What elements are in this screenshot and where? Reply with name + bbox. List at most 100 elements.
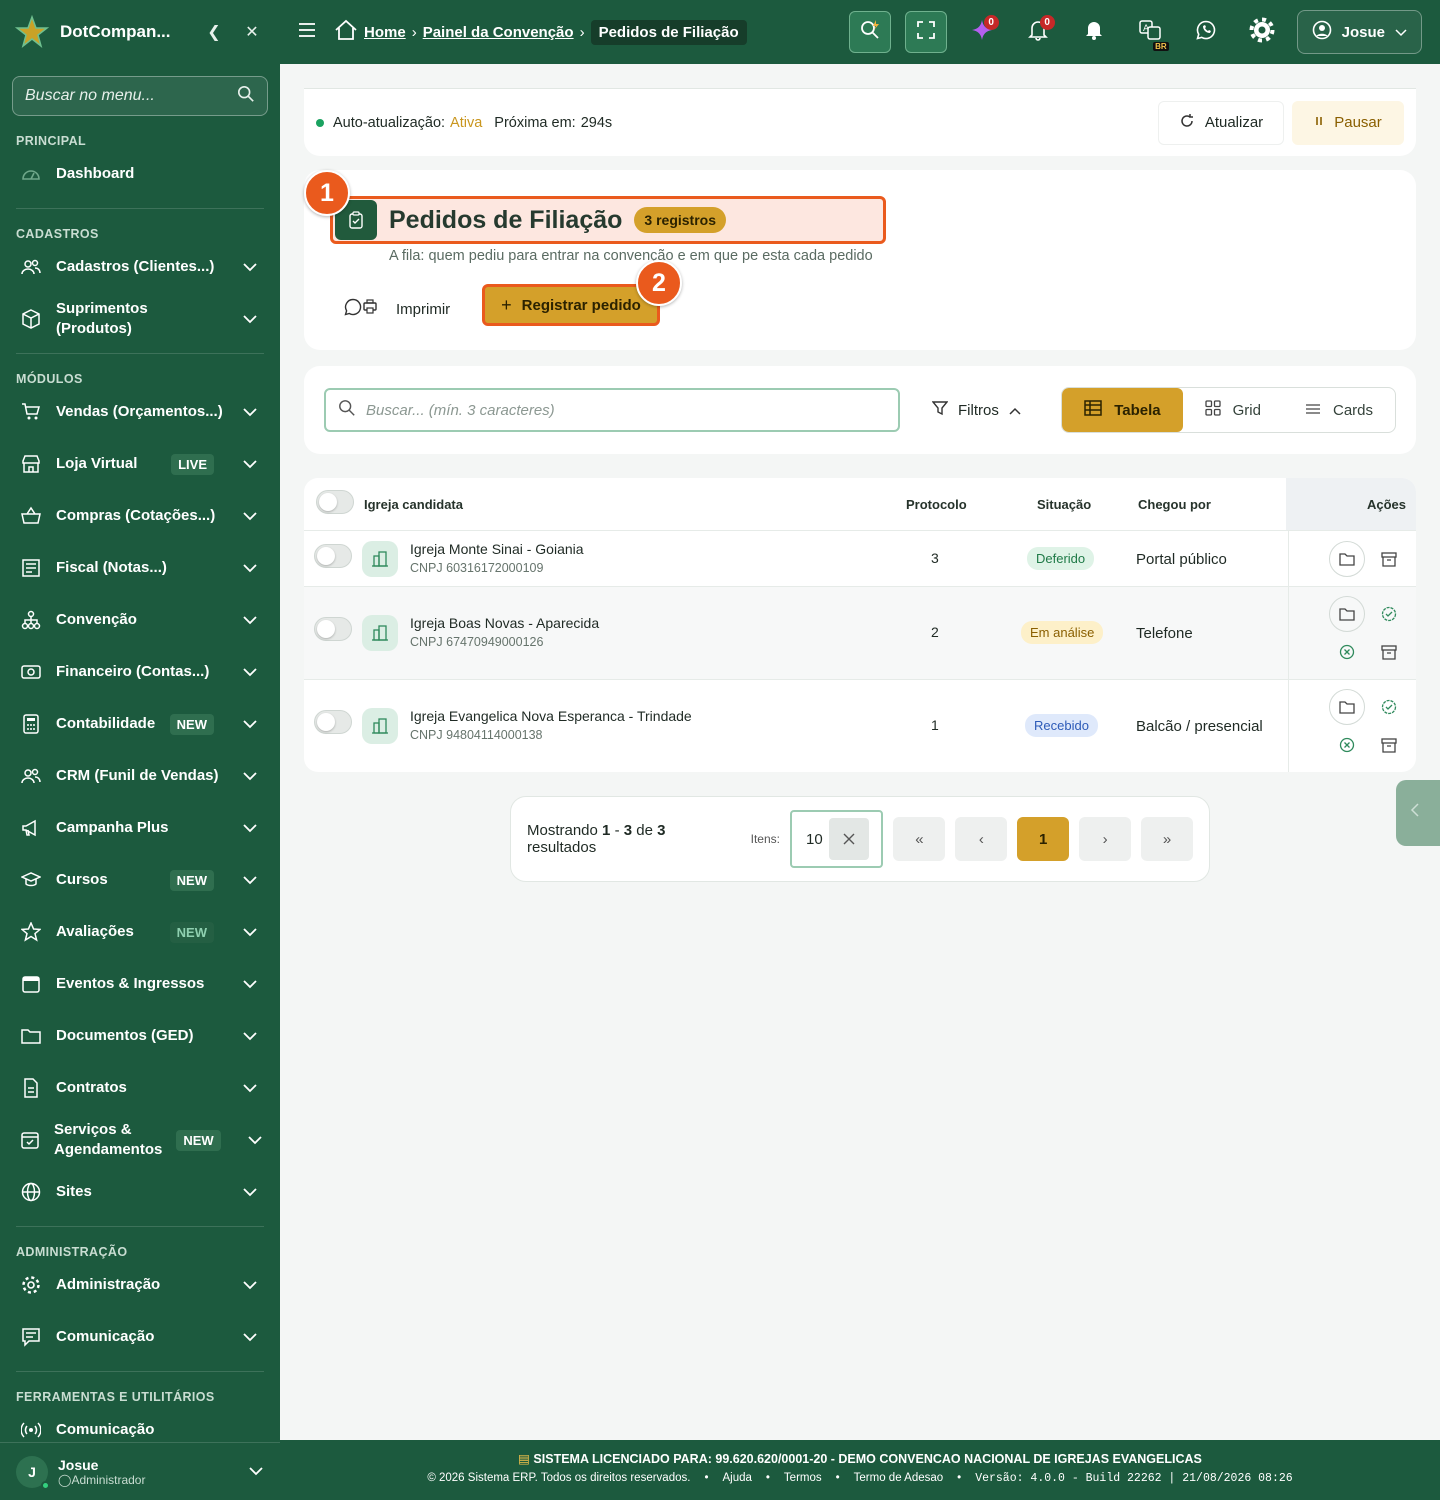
search-icon (338, 399, 356, 422)
menu-search-input[interactable] (25, 87, 237, 105)
search-icon[interactable] (237, 85, 255, 108)
sidebar-item-servicos[interactable]: Serviços & Agendamentos NEW (0, 1114, 280, 1166)
close-icon[interactable]: ✕ (238, 18, 266, 46)
alerts-button[interactable] (1073, 11, 1115, 53)
basket-icon (20, 505, 42, 527)
ai-assistant-button[interactable]: 0 (961, 11, 1003, 53)
table-row[interactable]: Igreja Boas Novas - Aparecida CNPJ 67470… (304, 586, 1416, 680)
sidebar-item-contabilidade[interactable]: Contabilidade NEW (0, 698, 280, 750)
sidebar-item-contratos[interactable]: Contratos (0, 1062, 280, 1114)
table-row[interactable]: Igreja Monte Sinai - Goiania CNPJ 603161… (304, 530, 1416, 587)
row-select-toggle[interactable] (314, 544, 352, 568)
column-header-protocol[interactable]: Protocolo (906, 478, 967, 530)
approve-check-icon[interactable] (1371, 689, 1407, 725)
sidebar-item-avaliacoes[interactable]: Avaliações NEW (0, 906, 280, 958)
column-header-status[interactable]: Situação (1037, 478, 1091, 530)
sidebar-item-financeiro[interactable]: Financeiro (Contas...) (0, 646, 280, 698)
fullscreen-button[interactable] (904, 11, 947, 53)
sidebar-item-label: Comunicação (56, 1328, 155, 1345)
reject-x-icon[interactable] (1329, 727, 1365, 763)
column-header-channel[interactable]: Chegou por (1138, 478, 1211, 530)
breadcrumb-painel-link[interactable]: Painel da Convenção (423, 24, 574, 41)
chevron-up-icon (1009, 402, 1021, 419)
sidebar-item-dashboard[interactable]: Dashboard (0, 148, 280, 200)
sidebar-user[interactable]: J Josue ◯Administrador (0, 1442, 280, 1500)
topbar: Home › Painel da Convenção › Pedidos de … (280, 0, 1440, 64)
sidebar-item-compras[interactable]: Compras (Cotações...) (0, 490, 280, 542)
archive-icon[interactable] (1371, 541, 1407, 577)
sidebar-item-vendas[interactable]: Vendas (Orçamentos...) (0, 386, 280, 438)
sidebar-item-campanha[interactable]: Campanha Plus (0, 802, 280, 854)
chevron-down-icon (247, 1132, 263, 1149)
row-select-toggle[interactable] (314, 710, 352, 734)
column-header-church[interactable]: Igreja candidata (364, 478, 463, 530)
register-request-button[interactable]: + Registrar pedido (482, 284, 660, 326)
view-cards-button[interactable]: Cards (1283, 388, 1395, 432)
quick-search-button[interactable] (848, 11, 891, 53)
sidebar-item-cadastros[interactable]: Cadastros (Clientes...) (0, 241, 280, 293)
sidebar-item-cursos[interactable]: Cursos NEW (0, 854, 280, 906)
help-link[interactable]: Ajuda (722, 1472, 751, 1485)
first-page-button[interactable]: « (893, 817, 946, 861)
chevron-down-icon (240, 924, 260, 941)
list-search-input[interactable] (366, 401, 886, 419)
church-name[interactable]: Igreja Evangelica Nova Esperanca - Trind… (410, 708, 692, 724)
sidebar-item-label: Contratos (56, 1079, 127, 1096)
breadcrumb-home-link[interactable]: Home (364, 24, 406, 41)
dashboard-icon (20, 163, 42, 185)
whatsapp-print-icon (344, 298, 378, 320)
reject-x-icon[interactable] (1329, 634, 1365, 670)
filters-toggle[interactable]: Filtros (931, 400, 1021, 420)
step-marker-1: 1 (304, 170, 350, 216)
language-button[interactable]: A BR (1129, 11, 1171, 53)
approve-check-icon[interactable] (1371, 596, 1407, 632)
sidebar-item-convencao[interactable]: Convenção (0, 594, 280, 646)
chevron-right-icon: › (1102, 830, 1108, 848)
sidebar-item-administracao[interactable]: Administração (0, 1259, 280, 1311)
terms-link[interactable]: Termos (784, 1472, 822, 1485)
notifications-button[interactable]: 0 (1017, 11, 1059, 53)
adhesion-link[interactable]: Termo de Adesao (854, 1472, 944, 1485)
prev-page-button[interactable]: ‹ (955, 817, 1008, 861)
view-grid-button[interactable]: Grid (1183, 388, 1283, 432)
row-select-toggle[interactable] (314, 617, 352, 641)
sidebar-item-suprimentos[interactable]: Suprimentos (Produtos) (0, 293, 280, 345)
search-bolt-icon (859, 19, 881, 46)
sidebar-item-eventos[interactable]: Eventos & Ingressos (0, 958, 280, 1010)
sidebar-item-crm[interactable]: CRM (Funil de Vendas) (0, 750, 280, 802)
print-button[interactable]: Imprimir (344, 292, 450, 326)
side-drawer-handle[interactable] (1396, 780, 1440, 846)
refresh-button[interactable]: Atualizar (1158, 100, 1284, 145)
table-row[interactable]: Igreja Evangelica Nova Esperanca - Trind… (304, 679, 1416, 772)
church-name[interactable]: Igreja Boas Novas - Aparecida (410, 615, 599, 631)
chevron-down-icon (240, 1028, 260, 1045)
archive-icon[interactable] (1371, 727, 1407, 763)
user-menu-button[interactable]: Josue (1296, 10, 1422, 54)
collapse-sidebar-icon[interactable]: ❮ (200, 18, 228, 46)
folder-icon[interactable] (1329, 541, 1365, 577)
pause-button[interactable]: Pausar (1292, 100, 1404, 145)
next-page-button[interactable]: › (1079, 817, 1132, 861)
home-icon[interactable] (334, 19, 358, 45)
whatsapp-button[interactable] (1185, 11, 1227, 53)
hamburger-menu-icon[interactable] (298, 22, 316, 43)
chevron-down-icon[interactable] (248, 1463, 264, 1481)
live-badge: LIVE (171, 453, 214, 475)
sidebar-item-loja-virtual[interactable]: Loja Virtual LIVE (0, 438, 280, 490)
sidebar-item-fiscal[interactable]: Fiscal (Notas...) (0, 542, 280, 594)
page-size-select[interactable]: 10 (790, 810, 884, 868)
sidebar-item-sites[interactable]: Sites (0, 1166, 280, 1218)
clear-x-icon[interactable] (829, 818, 870, 860)
last-page-button[interactable]: » (1141, 817, 1193, 861)
view-table-button[interactable]: Tabela (1062, 388, 1183, 432)
select-all-toggle[interactable] (316, 490, 354, 514)
archive-icon[interactable] (1371, 634, 1407, 670)
graduation-cap-icon (20, 869, 42, 891)
folder-icon[interactable] (1329, 689, 1365, 725)
settings-button[interactable] (1241, 11, 1283, 53)
folder-icon[interactable] (1329, 596, 1365, 632)
church-name[interactable]: Igreja Monte Sinai - Goiania (410, 541, 584, 557)
sidebar-item-documentos[interactable]: Documentos (GED) (0, 1010, 280, 1062)
sidebar-item-comunicacao[interactable]: Comunicação (0, 1311, 280, 1363)
page-number-button[interactable]: 1 (1017, 817, 1070, 861)
